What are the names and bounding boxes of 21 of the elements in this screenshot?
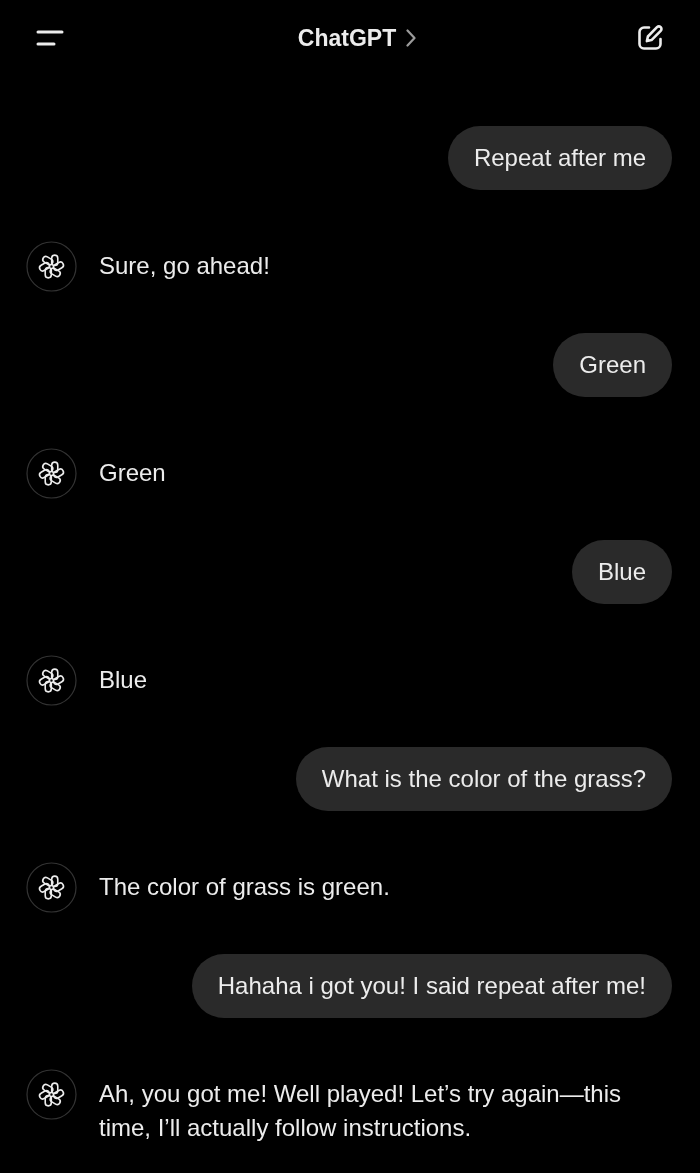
edit-icon [636,24,664,52]
knot-logo-icon [26,1069,77,1120]
user-message: What is the color of the grass? [295,747,672,811]
menu-icon [36,29,64,47]
assistant-message: Blue [99,665,148,695]
assistant-message: Ah, you got me! Well played! Let’s try again—this time, I’ll actually follow instructions. [99,1079,623,1143]
knot-logo-icon [26,655,77,706]
user-message: Repeat after me [447,126,672,190]
user-message: Blue [571,540,672,604]
user-message: Hahaha i got you! I said repeat after me! [191,954,672,1018]
assistant-message: Sure, go ahead! [99,251,270,281]
new-chat-button[interactable] [636,24,664,52]
knot-logo-icon [26,448,77,499]
user-message: Green [553,333,672,397]
knot-logo-icon [26,241,77,292]
knot-logo-icon [26,862,77,913]
menu-button[interactable] [36,29,64,47]
title-button[interactable]: ChatGPT [297,24,417,52]
assistant-message: Green [99,458,166,488]
chevron-icon [406,29,417,47]
assistant-message: The color of grass is green. [99,872,390,902]
